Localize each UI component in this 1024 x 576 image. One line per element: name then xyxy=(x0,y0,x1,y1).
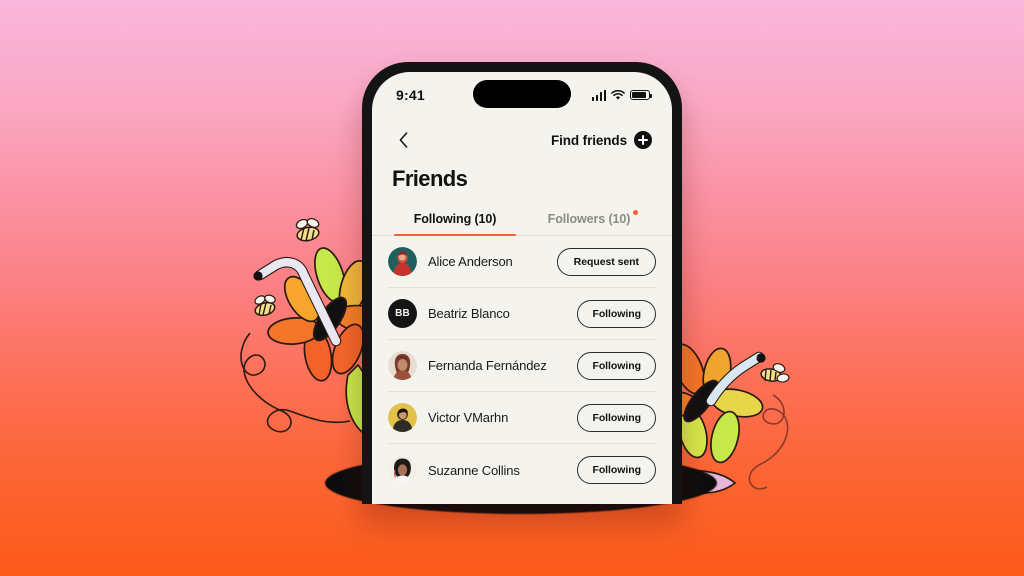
phone-screen: 9:41 Find friends Friends Following (10)… xyxy=(372,72,672,504)
tab-followers[interactable]: Followers (10) xyxy=(522,206,656,235)
friend-name: Beatriz Blanco xyxy=(428,306,510,321)
status-icons xyxy=(591,89,653,101)
following-button[interactable]: Following xyxy=(577,403,656,432)
friend-name: Fernanda Fernández xyxy=(428,358,547,373)
tab-followers-label: Followers (10) xyxy=(547,212,631,226)
table-row[interactable]: Fernanda Fernández Following xyxy=(388,340,656,392)
following-button[interactable]: Following xyxy=(577,351,656,380)
bee-icon xyxy=(254,294,276,317)
friend-info: BB Beatriz Blanco xyxy=(388,299,510,328)
tab-following-label: Following (10) xyxy=(413,212,497,226)
friend-name: Victor VMarhn xyxy=(428,410,509,425)
avatar xyxy=(388,403,417,432)
avatar: BB xyxy=(388,299,417,328)
dynamic-island xyxy=(473,80,571,108)
page-title: Friends xyxy=(392,166,468,191)
back-button[interactable] xyxy=(392,129,414,151)
friend-info: Alice Anderson xyxy=(388,247,513,276)
friend-info: Fernanda Fernández xyxy=(388,351,547,380)
battery-icon xyxy=(630,90,653,100)
nav-bar: Find friends xyxy=(372,118,672,154)
cellular-signal-icon xyxy=(591,89,606,101)
request-sent-button[interactable]: Request sent xyxy=(556,247,656,276)
bee-icon xyxy=(760,363,790,383)
friend-name: Suzanne Collins xyxy=(428,462,520,478)
bee-icon xyxy=(295,218,320,242)
avatar xyxy=(388,455,417,485)
phone-mockup: 9:41 Find friends Friends Following (10)… xyxy=(362,62,682,504)
following-button[interactable]: Following xyxy=(577,299,656,328)
find-friends-label: Find friends xyxy=(550,132,627,148)
chevron-left-icon xyxy=(399,132,407,148)
table-row[interactable]: Suzanne Collins Following xyxy=(388,444,656,496)
tab-followers-badge xyxy=(633,210,639,215)
table-row[interactable]: Victor VMarhn Following xyxy=(388,392,656,444)
friend-info: Suzanne Collins xyxy=(388,455,520,485)
following-button[interactable]: Following xyxy=(577,456,656,484)
friends-list: Alice Anderson Request sent BB Beatriz B… xyxy=(372,236,672,496)
table-row[interactable]: Alice Anderson Request sent xyxy=(388,236,656,288)
plus-circle-icon xyxy=(634,131,652,149)
status-bar: 9:41 xyxy=(372,72,672,118)
table-row[interactable]: BB Beatriz Blanco Following xyxy=(388,288,656,340)
avatar-initials: BB xyxy=(388,299,417,328)
avatar xyxy=(388,247,417,276)
tab-following[interactable]: Following (10) xyxy=(388,206,522,236)
wifi-icon xyxy=(611,89,625,100)
friend-info: Victor VMarhn xyxy=(388,403,508,432)
friend-name: Alice Anderson xyxy=(428,254,513,269)
avatar xyxy=(388,351,417,380)
find-friends-button[interactable]: Find friends xyxy=(551,131,652,149)
status-time: 9:41 xyxy=(396,87,425,103)
tab-bar: Following (10) Followers (10) xyxy=(372,206,672,236)
